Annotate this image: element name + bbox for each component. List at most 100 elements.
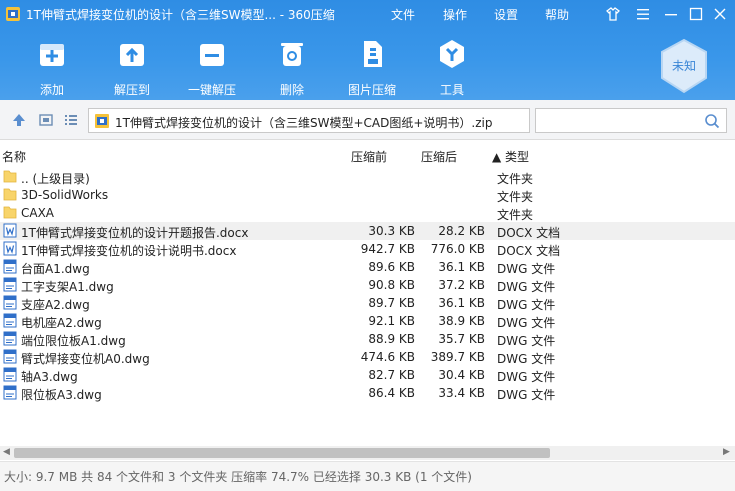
add-button[interactable]: 添加 — [20, 38, 84, 97]
archive-icon — [95, 114, 109, 128]
file-name: 台面A1.dwg — [21, 262, 90, 276]
size-after: 33.4 KB — [438, 386, 485, 400]
badge-label: 未知 — [672, 59, 696, 73]
menu-operate[interactable]: 操作 — [443, 6, 467, 23]
file-row[interactable]: 台面A1.dwg 89.6 KB 36.1 KB DWG 文件 — [0, 258, 735, 276]
file-row[interactable]: 端位限位板A1.dwg 88.9 KB 35.7 KB DWG 文件 — [0, 330, 735, 348]
scroll-left-icon[interactable]: ◀ — [3, 447, 10, 457]
file-name: 工字支架A1.dwg — [21, 280, 114, 294]
file-row[interactable]: 轴A3.dwg 82.7 KB 30.4 KB DWG 文件 — [0, 366, 735, 384]
top-region: 1T伸臂式焊接变位机的设计（含三维SW模型... - 360压缩 文件 操作 设… — [0, 0, 735, 100]
folder-row[interactable]: .. (上级目录) 文件夹 — [0, 168, 735, 186]
menu-icon[interactable] — [633, 4, 653, 24]
file-type: 文件夹 — [497, 208, 534, 222]
path-text: 1T伸臂式焊接变位机的设计（含三维SW模型+CAD图纸+说明书）.zip — [115, 116, 493, 130]
word-doc-icon — [3, 241, 17, 256]
image-compress-label: 图片压缩 — [347, 83, 396, 97]
extract-to-label: 解压到 — [113, 83, 150, 97]
size-after: 776.0 KB — [430, 242, 485, 256]
column-before[interactable]: 压缩前 — [351, 148, 387, 165]
tools-button[interactable]: 工具 — [420, 38, 484, 97]
dwg-file-icon — [3, 313, 17, 328]
file-name: 支座A2.dwg — [21, 298, 90, 312]
address-bar: 1T伸臂式焊接变位机的设计（含三维SW模型+CAD图纸+说明书）.zip — [0, 100, 735, 140]
scroll-right-icon[interactable]: ▶ — [723, 447, 730, 457]
folder-icon — [3, 170, 17, 183]
file-name: 3D-SolidWorks — [21, 188, 109, 202]
column-type[interactable]: ▲ 类型 — [492, 148, 529, 165]
badge-icon[interactable]: 未知 — [658, 38, 710, 94]
file-row[interactable]: 电机座A2.dwg 92.1 KB 38.9 KB DWG 文件 — [0, 312, 735, 330]
window-title: 1T伸臂式焊接变位机的设计（含三维SW模型... - 360压缩 — [26, 8, 335, 22]
file-type: DWG 文件 — [497, 352, 556, 366]
menu-file[interactable]: 文件 — [391, 6, 415, 23]
dwg-file-icon — [3, 259, 17, 274]
menu-help[interactable]: 帮助 — [545, 6, 569, 23]
file-row[interactable]: 1T伸臂式焊接变位机的设计开题报告.docx 30.3 KB 28.2 KB DOCX… — [0, 222, 735, 240]
horizontal-scrollbar[interactable]: ◀ ▶ — [0, 446, 735, 460]
view-list-icon[interactable] — [63, 112, 79, 128]
size-after: 36.1 KB — [438, 260, 485, 274]
file-row[interactable]: 1T伸臂式焊接变位机的设计说明书.docx 942.7 KB 776.0 KB DOC… — [0, 240, 735, 258]
status-bar: 大小: 9.7 MB 共 84 个文件和 3 个文件夹 压缩率 74.7% 已经… — [0, 461, 735, 491]
add-icon — [40, 44, 64, 66]
dwg-file-icon — [3, 295, 17, 310]
delete-label: 删除 — [279, 83, 304, 97]
minimize-icon[interactable] — [661, 4, 681, 24]
file-type: DWG 文件 — [497, 280, 556, 294]
column-after[interactable]: 压缩后 — [421, 148, 457, 165]
app-logo-icon — [6, 7, 20, 21]
file-name: 臂式焊接变位机A0.dwg — [21, 352, 150, 366]
folder-icon — [3, 188, 17, 201]
search-field[interactable] — [535, 108, 727, 133]
path-field[interactable]: 1T伸臂式焊接变位机的设计（含三维SW模型+CAD图纸+说明书）.zip — [88, 108, 588, 133]
dwg-file-icon — [3, 277, 17, 292]
up-arrow-icon[interactable] — [11, 112, 27, 128]
size-after: 28.2 KB — [438, 224, 485, 238]
file-row[interactable]: 臂式焊接变位机A0.dwg 474.6 KB 389.7 KB DWG 文件 — [0, 348, 735, 366]
menu-settings[interactable]: 设置 — [494, 6, 518, 23]
tools-icon — [440, 40, 464, 68]
size-before: 90.8 KB — [368, 278, 415, 292]
skin-icon[interactable] — [603, 4, 623, 24]
file-row[interactable]: 工字支架A1.dwg 90.8 KB 37.2 KB DWG 文件 — [0, 276, 735, 294]
file-name: 1T伸臂式焊接变位机的设计说明书.docx — [21, 244, 237, 258]
file-name: 限位板A3.dwg — [21, 388, 102, 402]
size-before: 88.9 KB — [368, 332, 415, 346]
scroll-thumb[interactable] — [14, 448, 550, 458]
file-type: DWG 文件 — [497, 334, 556, 348]
size-before: 89.6 KB — [368, 260, 415, 274]
file-name: 1T伸臂式焊接变位机的设计开题报告.docx — [21, 226, 249, 240]
dwg-file-icon — [3, 385, 17, 400]
maximize-icon[interactable] — [686, 4, 706, 24]
file-name: .. (上级目录) — [21, 172, 90, 186]
image-compress-button[interactable]: 图片压缩 — [340, 38, 404, 97]
dwg-file-icon — [3, 331, 17, 346]
file-row[interactable]: 支座A2.dwg 89.7 KB 36.1 KB DWG 文件 — [0, 294, 735, 312]
dwg-file-icon — [3, 367, 17, 382]
tools-label: 工具 — [439, 83, 464, 97]
add-label: 添加 — [39, 83, 64, 97]
file-row[interactable]: 限位板A3.dwg 86.4 KB 33.4 KB DWG 文件 — [0, 384, 735, 402]
size-after: 30.4 KB — [438, 368, 485, 382]
file-type: DWG 文件 — [497, 370, 556, 384]
delete-button[interactable]: 删除 — [260, 38, 324, 97]
file-type: 文件夹 — [497, 190, 534, 204]
folder-row[interactable]: CAXA 文件夹 — [0, 204, 735, 222]
size-before: 92.1 KB — [368, 314, 415, 328]
file-type: DOCX 文档 — [497, 226, 561, 240]
folder-row[interactable]: 3D-SolidWorks 文件夹 — [0, 186, 735, 204]
one-click-extract-button[interactable]: 一键解压 — [180, 38, 244, 97]
file-name: 端位限位板A1.dwg — [21, 334, 126, 348]
one-click-extract-icon — [200, 44, 224, 66]
size-before: 89.7 KB — [368, 296, 415, 310]
search-icon[interactable] — [704, 113, 720, 129]
view-thumbnail-icon[interactable] — [38, 112, 54, 128]
extract-to-button[interactable]: 解压到 — [100, 38, 164, 97]
size-after: 35.7 KB — [438, 332, 485, 346]
column-name[interactable]: 名称 — [2, 148, 26, 165]
size-before: 86.4 KB — [368, 386, 415, 400]
close-icon[interactable] — [710, 4, 730, 24]
one-click-extract-label: 一键解压 — [187, 83, 236, 97]
file-type: 文件夹 — [497, 172, 534, 186]
